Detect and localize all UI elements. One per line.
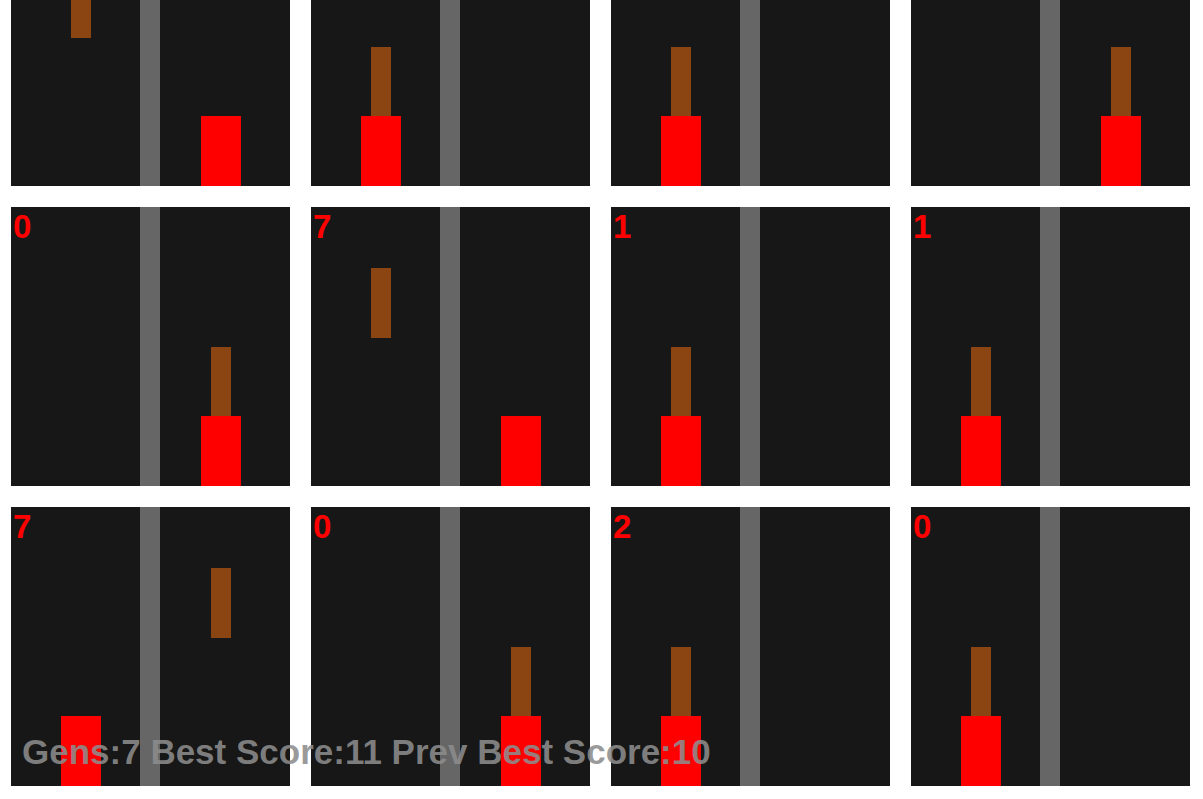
obstacle: [371, 268, 391, 338]
player: [361, 116, 401, 186]
obstacle: [671, 347, 691, 417]
score: 1: [613, 207, 635, 247]
game-panel: 0: [911, 507, 1190, 786]
game-panel: 1: [911, 207, 1190, 486]
lane-divider: [740, 0, 760, 186]
lane-divider: [740, 507, 760, 786]
obstacle: [671, 647, 691, 717]
game-panel: [611, 0, 890, 186]
score: 2: [613, 507, 635, 547]
game-stage: 0 7 1 1 7 0 2 0 Gens:7 Best Score:11 Prev Best …: [0, 0, 1203, 799]
game-panel: [911, 0, 1190, 186]
obstacle: [971, 647, 991, 717]
score: 0: [13, 207, 35, 247]
score: 0: [313, 507, 335, 547]
player: [961, 416, 1001, 486]
lane-divider: [440, 0, 460, 186]
obstacle: [971, 347, 991, 417]
obstacle: [671, 47, 691, 117]
game-panel: [311, 0, 590, 186]
status-text: Gens:7 Best Score:11 Prev Best Score:10: [22, 731, 711, 773]
player: [501, 416, 541, 486]
obstacle: [211, 568, 231, 638]
game-panel: 7: [311, 207, 590, 486]
lane-divider: [140, 0, 160, 186]
game-grid: 0 7 1 1 7 0 2 0: [0, 0, 1203, 786]
lane-divider: [1040, 507, 1060, 786]
game-panel: [11, 0, 290, 186]
lane-divider: [140, 207, 160, 486]
lane-divider: [440, 207, 460, 486]
game-panel: 1: [611, 207, 890, 486]
lane-divider: [1040, 0, 1060, 186]
lane-divider: [1040, 207, 1060, 486]
player: [1101, 116, 1141, 186]
obstacle: [511, 647, 531, 717]
player: [961, 716, 1001, 786]
score: 7: [313, 207, 335, 247]
player: [661, 416, 701, 486]
score: 1: [913, 207, 935, 247]
player: [661, 116, 701, 186]
obstacle: [211, 347, 231, 417]
player: [201, 416, 241, 486]
player: [201, 116, 241, 186]
score: 0: [913, 507, 935, 547]
obstacle: [1111, 47, 1131, 117]
game-panel: 0: [11, 207, 290, 486]
obstacle: [371, 47, 391, 117]
lane-divider: [740, 207, 760, 486]
score: 7: [13, 507, 35, 547]
obstacle: [71, 0, 91, 38]
